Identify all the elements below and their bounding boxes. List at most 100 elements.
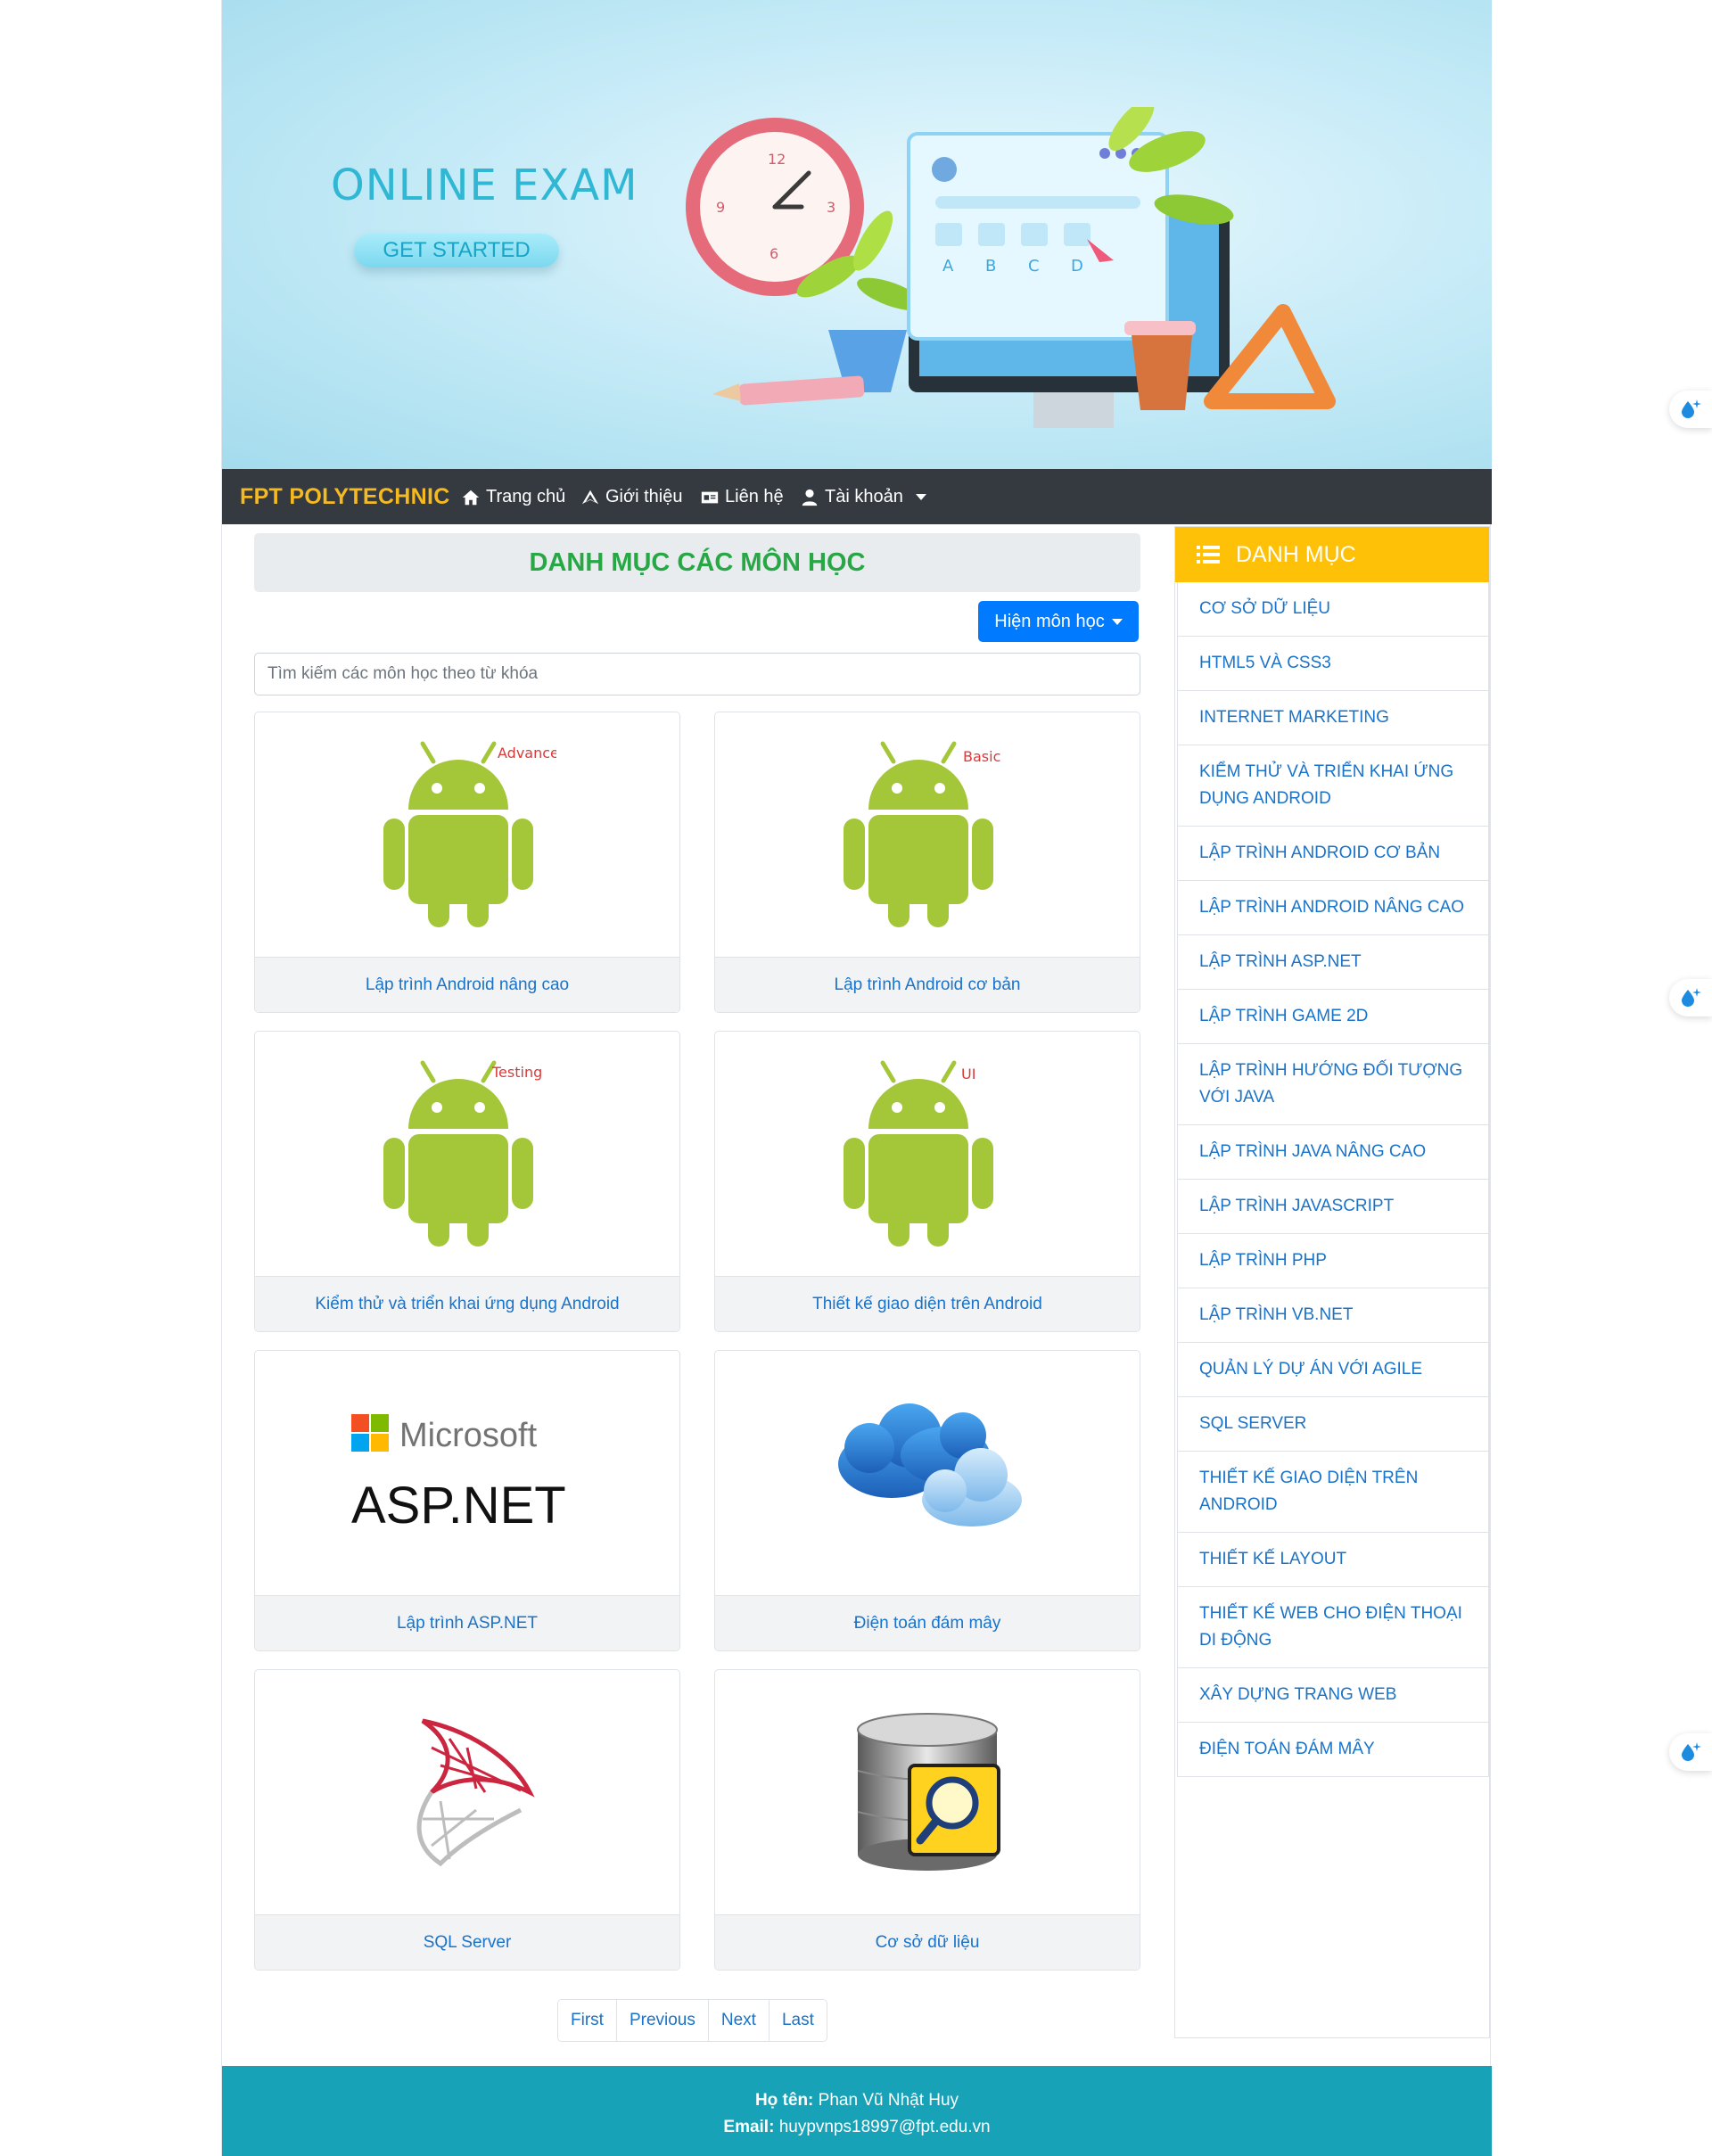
chevron-down-icon: [915, 494, 926, 500]
aspnet-wordmark: ASP.NET: [351, 1477, 566, 1535]
footer-name-label: Họ tên:: [754, 2091, 814, 2110]
card-title-link[interactable]: Lập trình Android cơ bản: [715, 957, 1140, 1012]
android-tag: Advance: [498, 745, 556, 761]
android-logo-icon: UI: [844, 1060, 993, 1247]
card-image: [715, 1670, 1140, 1914]
sidebar-item[interactable]: LẬP TRÌNH ANDROID NÂNG CAO: [1177, 881, 1489, 935]
sidebar-item[interactable]: HTML5 VÀ CSS3: [1177, 637, 1489, 691]
android-tag: UI: [961, 1066, 975, 1082]
card-image: [255, 1670, 679, 1914]
navbar: FPT POLYTECHNIC Trang chủ Giới thiệu Liê…: [222, 469, 1492, 524]
sql-server-logo: [416, 1718, 535, 1867]
android-logo-icon: Testing: [383, 1060, 542, 1247]
card-title-link[interactable]: Lập trình ASP.NET: [255, 1595, 679, 1650]
card-image: Basic: [715, 712, 1140, 957]
course-card[interactable]: Microsoft ASP.NET Lập trình ASP.NET: [254, 1350, 680, 1651]
footer-email-label: Email:: [723, 2118, 775, 2136]
nav-home[interactable]: Trang chủ: [461, 487, 565, 507]
sidebar-item[interactable]: ĐIỆN TOÁN ĐÁM MÂY: [1177, 1723, 1489, 1777]
course-card[interactable]: Cơ sở dữ liệu: [714, 1669, 1140, 1971]
sidebar-item[interactable]: THIẾT KẾ GIAO DIỆN TRÊN ANDROID: [1177, 1452, 1489, 1533]
card-image: UI: [715, 1032, 1140, 1276]
page-title: DANH MỤC CÁC MÔN HỌC: [254, 533, 1140, 592]
clock-num-9: 9: [716, 199, 725, 216]
sidebar-item[interactable]: QUẢN LÝ DỰ ÁN VỚI AGILE: [1177, 1343, 1489, 1397]
pencil-icon: [712, 375, 865, 406]
category-sidebar: DANH MỤC CƠ SỞ DỮ LIỆU HTML5 VÀ CSS3 INT…: [1174, 526, 1490, 2038]
show-courses-button[interactable]: Hiện môn học: [978, 601, 1139, 642]
clock-num-6: 6: [770, 245, 778, 262]
microsoft-wordmark: Microsoft: [399, 1417, 538, 1454]
sidebar-item[interactable]: LẬP TRÌNH HƯỚNG ĐỐI TƯỢNG VỚI JAVA: [1177, 1044, 1489, 1125]
nav-about[interactable]: Giới thiệu: [580, 487, 682, 507]
clock-num-12: 12: [768, 151, 786, 168]
sidebar-item[interactable]: LẬP TRÌNH ASP.NET: [1177, 935, 1489, 990]
sidebar-item[interactable]: SQL SERVER: [1177, 1397, 1489, 1452]
plane-icon: [581, 490, 599, 504]
sidebar-header: DANH MỤC: [1175, 527, 1489, 582]
page-previous-button[interactable]: Previous: [616, 2000, 709, 2041]
card-title-link[interactable]: Thiết kế giao diện trên Android: [715, 1276, 1140, 1331]
card-title-link[interactable]: Lập trình Android nâng cao: [255, 957, 679, 1012]
drop-sparkle-icon: [1682, 988, 1701, 1007]
sidebar-item[interactable]: INTERNET MARKETING: [1177, 691, 1489, 745]
quiz-letter-b: B: [985, 257, 996, 276]
sidebar-item[interactable]: LẬP TRÌNH JAVA NÂNG CAO: [1177, 1125, 1489, 1180]
nav-about-label: Giới thiệu: [605, 487, 683, 506]
quiz-letter-a: A: [942, 257, 954, 276]
sidebar-item[interactable]: THIẾT KẾ LAYOUT: [1177, 1533, 1489, 1587]
footer-name: Phan Vũ Nhật Huy: [818, 2091, 959, 2110]
quiz-letter-d: D: [1071, 257, 1083, 276]
drop-sparkle-icon: [1682, 1742, 1701, 1761]
footer-name-line: Họ tên: Phan Vũ Nhật Huy: [222, 2087, 1492, 2114]
sidebar-item[interactable]: LẬP TRÌNH VB.NET: [1177, 1288, 1489, 1343]
hero-banner: ONLINE EXAM GET STARTED 12 3 6 9 A B C D: [222, 0, 1492, 469]
drop-sparkle-icon: [1682, 399, 1701, 418]
chevron-down-icon: [1111, 618, 1123, 625]
sidebar-item[interactable]: LẬP TRÌNH PHP: [1177, 1234, 1489, 1288]
card-image: Testing: [255, 1032, 679, 1276]
sidebar-title: DANH MỤC: [1236, 541, 1356, 567]
card-title-link[interactable]: Điện toán đám mây: [715, 1595, 1140, 1650]
show-courses-label: Hiện môn học: [994, 611, 1105, 631]
sidebar-item[interactable]: LẬP TRÌNH JAVASCRIPT: [1177, 1180, 1489, 1234]
sidebar-item[interactable]: KIỂM THỬ VÀ TRIỂN KHAI ỨNG DỤNG ANDROID: [1177, 745, 1489, 827]
android-logo-icon: Basic: [844, 741, 1000, 927]
nav-contact[interactable]: Liên hệ: [700, 487, 784, 507]
card-title-link[interactable]: SQL Server: [255, 1914, 679, 1970]
android-tag: Testing: [491, 1064, 542, 1081]
course-card[interactable]: UI Thiết kế giao diện trên Android: [714, 1031, 1140, 1332]
cloud-icon: [838, 1403, 1022, 1526]
floating-widget-button[interactable]: [1669, 1733, 1712, 1771]
card-title-link[interactable]: Cơ sở dữ liệu: [715, 1914, 1140, 1970]
nav-home-label: Trang chủ: [486, 487, 566, 506]
page: ONLINE EXAM GET STARTED 12 3 6 9 A B C D…: [221, 0, 1492, 2156]
home-icon: [462, 490, 480, 505]
online-exam-illustration: 12 3 6 9 A B C D: [686, 107, 1336, 428]
floating-widget-button[interactable]: [1669, 979, 1712, 1016]
course-card[interactable]: Advance Lập trình Android nâng cao: [254, 712, 680, 1013]
course-card[interactable]: Basic Lập trình Android cơ bản: [714, 712, 1140, 1013]
course-card[interactable]: SQL Server: [254, 1669, 680, 1971]
nav-account-dropdown[interactable]: Tài khoản: [800, 487, 926, 507]
navbar-brand[interactable]: FPT POLYTECHNIC: [240, 484, 450, 510]
list-icon: [1197, 546, 1220, 564]
sidebar-item[interactable]: LẬP TRÌNH ANDROID CƠ BẢN: [1177, 827, 1489, 881]
id-card-icon: [701, 491, 719, 503]
search-input[interactable]: [254, 653, 1140, 695]
page-next-button[interactable]: Next: [708, 2000, 770, 2041]
banner-title: ONLINE EXAM: [331, 160, 638, 210]
page-first-button[interactable]: First: [558, 2000, 617, 2041]
footer-email-line: Email: huypvnps18997@fpt.edu.vn: [222, 2114, 1492, 2141]
sidebar-item[interactable]: CƠ SỞ DỮ LIỆU: [1177, 582, 1489, 637]
sidebar-item[interactable]: THIẾT KẾ WEB CHO ĐIỆN THOẠI DI ĐỘNG: [1177, 1587, 1489, 1668]
card-title-link[interactable]: Kiểm thử và triển khai ứng dụng Android: [255, 1276, 679, 1331]
course-card[interactable]: Điện toán đám mây: [714, 1350, 1140, 1651]
get-started-button[interactable]: GET STARTED: [354, 234, 559, 267]
floating-widget-button[interactable]: [1669, 391, 1712, 428]
sidebar-item[interactable]: LẬP TRÌNH GAME 2D: [1177, 990, 1489, 1044]
page-last-button[interactable]: Last: [769, 2000, 827, 2041]
sidebar-item[interactable]: XÂY DỰNG TRANG WEB: [1177, 1668, 1489, 1723]
course-card[interactable]: Testing Kiểm thử và triển khai ứng dụng …: [254, 1031, 680, 1332]
sidebar-list: CƠ SỞ DỮ LIỆU HTML5 VÀ CSS3 INTERNET MAR…: [1177, 582, 1489, 1777]
